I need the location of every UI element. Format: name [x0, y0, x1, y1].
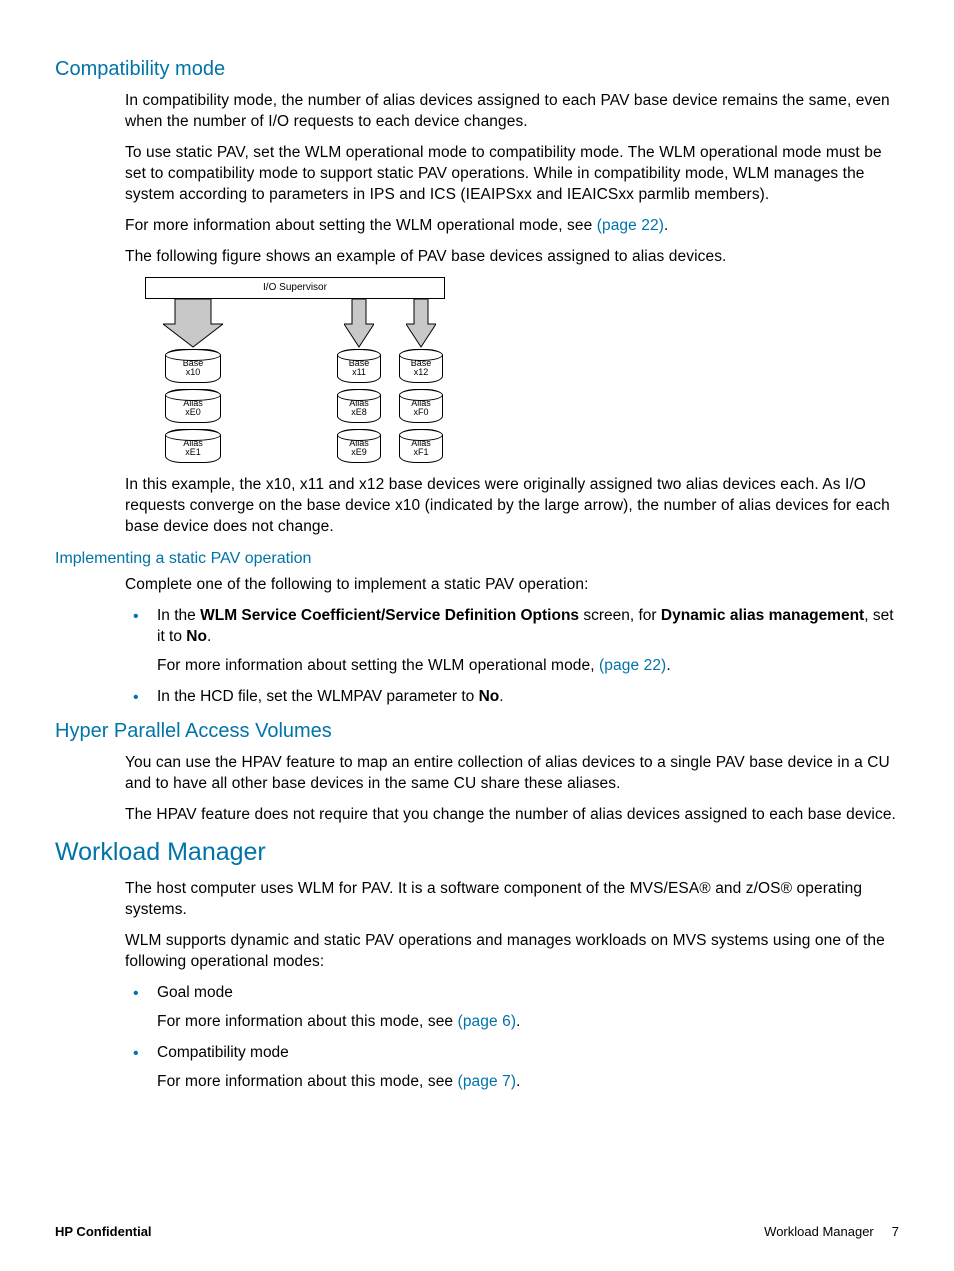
wlm-bullet-goal: Goal mode For more information about thi…: [125, 983, 899, 1033]
link-page-22-b[interactable]: (page 22): [599, 657, 666, 674]
cyl-alias-xE1: AliasxE1: [165, 429, 221, 463]
arrows-row: [145, 299, 445, 349]
staticpav-bullet-1: In the WLM Service Coefficient/Service D…: [125, 606, 899, 677]
compat-body: In compatibility mode, the number of ali…: [125, 91, 899, 538]
compat-p3a: For more information about setting the W…: [125, 217, 597, 234]
heading-compatibility-mode: Compatibility mode: [55, 56, 899, 83]
footer-section-label: Workload Manager: [764, 1224, 874, 1239]
compat-p2: To use static PAV, set the WLM operation…: [125, 143, 899, 206]
staticpav-body: Complete one of the following to impleme…: [125, 575, 899, 708]
wlm-body: The host computer uses WLM for PAV. It i…: [125, 879, 899, 1092]
cyl-base-x10: Basex10: [165, 349, 221, 383]
heading-workload-manager: Workload Manager: [55, 836, 899, 870]
hpav-p1: You can use the HPAV feature to map an e…: [125, 753, 899, 795]
compat-p3b: .: [664, 217, 668, 234]
link-page-6[interactable]: (page 6): [458, 1013, 517, 1030]
compat-p3: For more information about setting the W…: [125, 216, 899, 237]
hpav-body: You can use the HPAV feature to map an e…: [125, 753, 899, 826]
wlm-bullet-compat: Compatibility mode For more information …: [125, 1043, 899, 1093]
cylinder-columns: Basex10 AliasxE0 AliasxE1 Basex11 Aliasx…: [145, 349, 445, 463]
col-x10: Basex10 AliasxE0 AliasxE1: [145, 349, 241, 463]
col-x11: Basex11 AliasxE8 AliasxE9: [335, 349, 383, 463]
compat-p4: The following figure shows an example of…: [125, 247, 899, 268]
cyl-alias-xF0: AliasxF0: [399, 389, 443, 423]
small-arrow-2: [397, 299, 445, 349]
link-page-7[interactable]: (page 7): [458, 1073, 517, 1090]
large-arrow: [145, 299, 241, 349]
cyl-base-x11: Basex11: [337, 349, 381, 383]
compat-p1: In compatibility mode, the number of ali…: [125, 91, 899, 133]
wlm-bullet-goal-sub: For more information about this mode, se…: [157, 1012, 899, 1033]
staticpav-bullet-1-sub: For more information about setting the W…: [157, 656, 899, 677]
cyl-base-x12: Basex12: [399, 349, 443, 383]
col-x12: Basex12 AliasxF0 AliasxF1: [397, 349, 445, 463]
hpav-p2: The HPAV feature does not require that y…: [125, 805, 899, 826]
small-arrow-1: [335, 299, 383, 349]
heading-hpav: Hyper Parallel Access Volumes: [55, 718, 899, 745]
pav-diagram: I/O Supervisor Basex10 AliasxE0 AliasxE1…: [145, 277, 445, 463]
wlm-bullet-compat-sub: For more information about this mode, se…: [157, 1072, 899, 1093]
staticpav-p1: Complete one of the following to impleme…: [125, 575, 899, 596]
cyl-alias-xE8: AliasxE8: [337, 389, 381, 423]
cyl-alias-xF1: AliasxF1: [399, 429, 443, 463]
io-supervisor-box: I/O Supervisor: [145, 277, 445, 299]
page-number: 7: [892, 1224, 899, 1239]
footer-confidential: HP Confidential: [55, 1223, 152, 1241]
link-page-22[interactable]: (page 22): [597, 217, 664, 234]
staticpav-list: In the WLM Service Coefficient/Service D…: [125, 606, 899, 708]
cyl-alias-xE0: AliasxE0: [165, 389, 221, 423]
cyl-alias-xE9: AliasxE9: [337, 429, 381, 463]
wlm-p2: WLM supports dynamic and static PAV oper…: [125, 931, 899, 973]
page-footer: HP Confidential Workload Manager 7: [55, 1223, 899, 1241]
compat-p5: In this example, the x10, x11 and x12 ba…: [125, 475, 899, 538]
wlm-list: Goal mode For more information about thi…: [125, 983, 899, 1093]
footer-right: Workload Manager 7: [764, 1223, 899, 1241]
wlm-p1: The host computer uses WLM for PAV. It i…: [125, 879, 899, 921]
staticpav-bullet-2: In the HCD file, set the WLMPAV paramete…: [125, 687, 899, 708]
heading-static-pav: Implementing a static PAV operation: [55, 548, 899, 570]
